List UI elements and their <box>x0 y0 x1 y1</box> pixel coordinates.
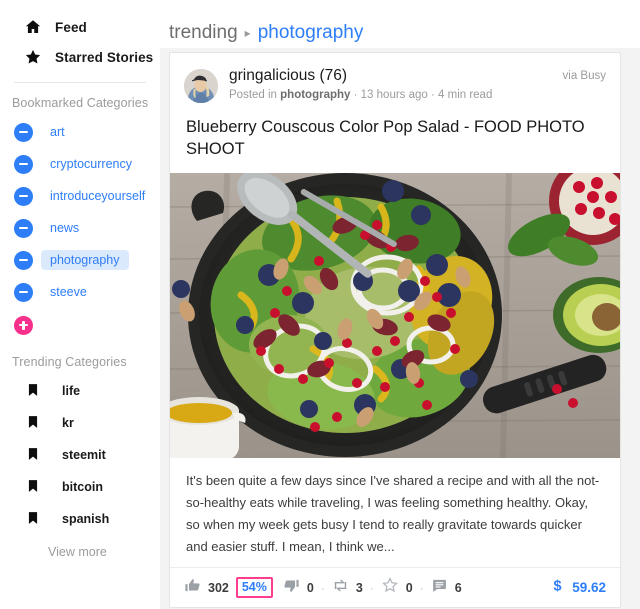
trending-category-life[interactable]: life <box>0 375 160 407</box>
minus-circle-icon[interactable] <box>14 154 33 174</box>
trending-category-label: spanish <box>62 512 110 526</box>
comment-count: 6 <box>454 580 462 595</box>
app-root: Feed Starred Stories Bookmarked Categori… <box>0 0 640 609</box>
action-separator: · <box>369 580 374 595</box>
payout-value[interactable]: $ 59.62 <box>553 577 606 599</box>
upvote-percent[interactable]: 54% <box>235 576 273 599</box>
post-header: gringalicious (76) Posted in photography… <box>170 53 620 103</box>
trending-categories-title: Trending Categories <box>12 355 127 369</box>
trending-category-label: kr <box>62 416 74 430</box>
category-label: steeve <box>50 284 87 299</box>
upvote-action[interactable]: 302 <box>184 577 229 599</box>
category-label: introduceyourself <box>50 188 146 203</box>
sidebar-item-feed[interactable]: Feed <box>0 12 160 42</box>
category-label: art <box>50 124 65 139</box>
downvote-count: 0 <box>306 580 314 595</box>
trending-category-label: steemit <box>62 448 106 462</box>
upvote-count: 302 <box>208 580 229 595</box>
sidebar-item-starred-stories[interactable]: Starred Stories <box>0 42 160 72</box>
sidebar-category-steeve[interactable]: steeve <box>0 276 160 308</box>
category-label: news <box>50 220 80 235</box>
chevron-right-icon: ▸ <box>244 25 251 40</box>
resteem-count: 3 <box>355 580 363 595</box>
payout-amount: 59.62 <box>572 580 606 595</box>
sidebar-category-news[interactable]: news <box>0 212 160 244</box>
star-outline-icon[interactable] <box>381 576 399 599</box>
bookmark-icon <box>26 446 44 464</box>
minus-circle-icon[interactable] <box>14 186 33 206</box>
post-meta-suffix: · 13 hours ago · 4 min read <box>353 89 493 101</box>
post-meta: Posted in photography · 13 hours ago · 4… <box>229 89 563 101</box>
plus-circle-icon[interactable] <box>14 315 33 335</box>
minus-circle-icon[interactable] <box>14 122 33 142</box>
category-label: cryptocurrency <box>50 156 132 171</box>
bookmark-icon <box>26 478 44 496</box>
sidebar-category-photography[interactable]: photography <box>0 244 160 276</box>
downvote-action[interactable]: 0 <box>283 577 314 599</box>
sidebar-item-label: Feed <box>55 19 87 35</box>
post-meta-prefix: Posted in <box>229 89 277 101</box>
favorite-action[interactable]: 0 <box>381 576 413 599</box>
sidebar: Feed Starred Stories Bookmarked Categori… <box>0 0 160 609</box>
sidebar-item-label: Starred Stories <box>55 49 154 65</box>
avatar[interactable] <box>184 69 218 103</box>
sidebar-category-cryptocurrency[interactable]: cryptocurrency <box>0 148 160 180</box>
trending-category-bitcoin[interactable]: bitcoin <box>0 471 160 503</box>
thumbs-up-icon[interactable] <box>184 577 201 599</box>
favorite-count: 0 <box>405 580 413 595</box>
comment-action[interactable]: 6 <box>431 577 462 599</box>
post-title[interactable]: Blueberry Couscous Color Pop Salad - FOO… <box>170 103 620 160</box>
dollar-icon: $ <box>553 577 566 599</box>
bookmark-icon <box>26 382 44 400</box>
add-category-button[interactable] <box>0 308 160 342</box>
post-author[interactable]: gringalicious (76) <box>229 67 563 85</box>
home-icon <box>24 18 42 36</box>
svg-text:$: $ <box>554 578 562 593</box>
breadcrumb-trending[interactable]: trending <box>169 22 238 44</box>
view-more-link[interactable]: View more <box>0 535 160 559</box>
post-excerpt: It's been quite a few days since I've sh… <box>186 473 600 554</box>
sidebar-category-introduceyourself[interactable]: introduceyourself <box>0 180 160 212</box>
trending-category-kr[interactable]: kr <box>0 407 160 439</box>
trending-category-label: life <box>62 384 81 398</box>
action-separator: · <box>419 580 424 595</box>
breadcrumb-current-category[interactable]: photography <box>258 22 364 44</box>
post-card: gringalicious (76) Posted in photography… <box>169 52 621 608</box>
star-icon <box>24 48 42 66</box>
post-meta-category[interactable]: photography <box>280 89 350 101</box>
resteem-icon[interactable] <box>332 577 349 599</box>
trending-category-label: bitcoin <box>62 480 103 494</box>
post-image[interactable] <box>170 173 620 458</box>
resteem-action[interactable]: 3 <box>332 577 363 599</box>
minus-circle-icon[interactable] <box>14 282 33 302</box>
trending-category-steemit[interactable]: steemit <box>0 439 160 471</box>
comment-icon[interactable] <box>431 577 448 599</box>
bookmarked-categories-title: Bookmarked Categories <box>12 96 149 110</box>
bookmark-icon <box>26 414 44 432</box>
post-author-block: gringalicious (76) Posted in photography… <box>229 67 563 101</box>
bookmark-icon <box>26 510 44 528</box>
minus-circle-icon[interactable] <box>14 218 33 238</box>
post-action-bar: 302 54% 0 · 3 · 0 · 6 $ 59.62 <box>170 567 620 607</box>
minus-circle-icon[interactable] <box>14 250 33 270</box>
post-source: via Busy <box>562 70 606 82</box>
thumbs-down-icon[interactable] <box>283 577 300 599</box>
action-separator: · <box>320 580 325 595</box>
category-label: photography <box>41 249 129 271</box>
trending-category-spanish[interactable]: spanish <box>0 503 160 535</box>
main-content: trending ▸ photography gringalicious (76… <box>160 0 640 609</box>
breadcrumb: trending ▸ photography <box>160 0 640 48</box>
sidebar-category-art[interactable]: art <box>0 116 160 148</box>
